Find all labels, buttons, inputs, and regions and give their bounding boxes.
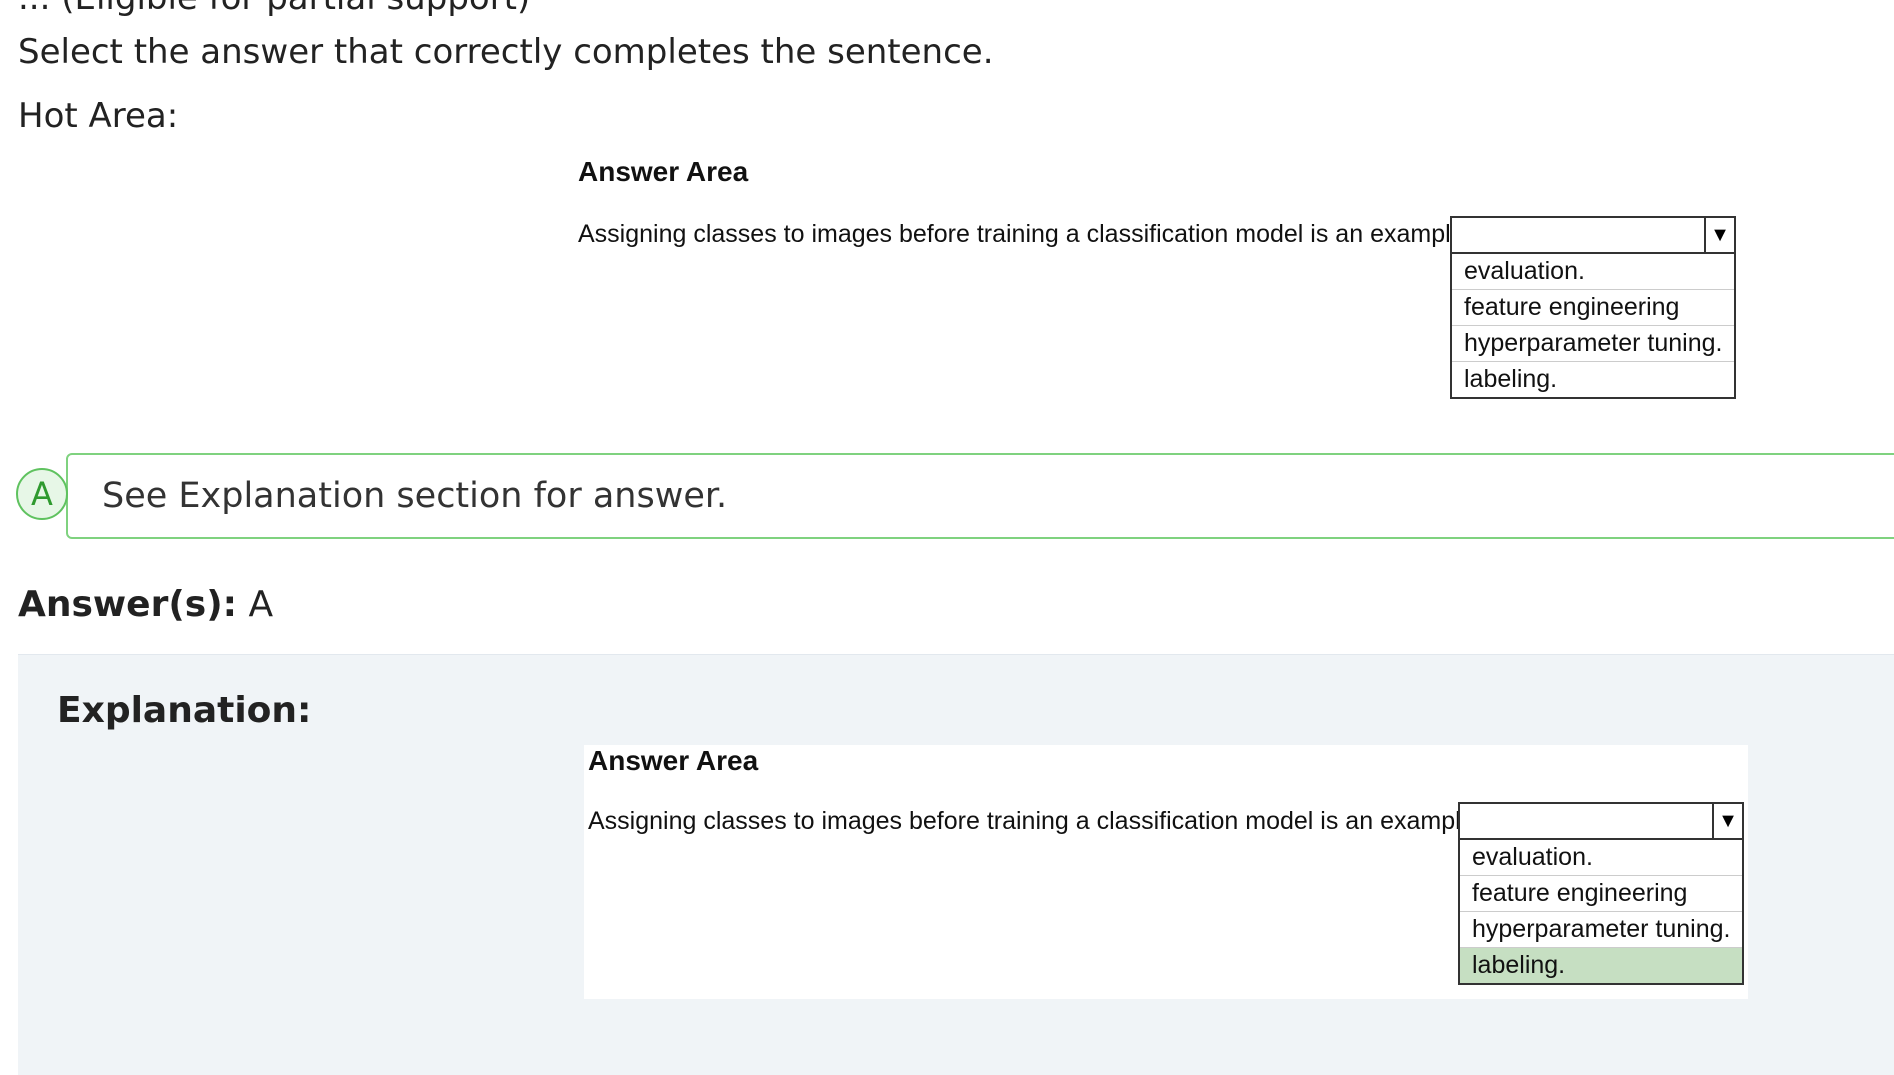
dropdown-selected-value[interactable]: ▼ [1452,218,1734,254]
dropdown-selected-value: ▼ [1460,804,1742,840]
answer-area-title: Answer Area [578,156,749,187]
question-prompt: Select the answer that correctly complet… [18,32,994,72]
answers-value: A [248,584,274,625]
answer-letter-badge[interactable]: A [16,468,68,520]
hot-area-panel: Answer Area Assigning classes to images … [578,156,1738,406]
dropdown-option[interactable]: hyperparameter tuning. [1452,326,1734,362]
dropdown-option[interactable]: evaluation. [1452,254,1734,290]
dropdown-option[interactable]: feature engineering [1452,290,1734,326]
dropdown-option: hyperparameter tuning. [1460,912,1742,948]
explanation-area-title: Answer Area [588,745,759,776]
explanation-dropdown: ▼ evaluation. feature engineering hyperp… [1458,802,1744,985]
dropdown-arrow-icon[interactable]: ▼ [1704,218,1734,252]
answer-dropdown[interactable]: ▼ evaluation. feature engineering hyperp… [1450,216,1736,399]
dropdown-option[interactable]: labeling. [1452,362,1734,397]
answers-label: Answer(s): [18,584,238,625]
dropdown-option: evaluation. [1460,840,1742,876]
dropdown-option: feature engineering [1460,876,1742,912]
dropdown-arrow-icon: ▼ [1712,804,1742,838]
dropdown-option-selected: labeling. [1460,948,1742,983]
answer-option-text: See Explanation section for answer. [102,476,728,516]
explanation-sentence: Assigning classes to images before train… [588,807,1503,835]
question-header-cut: ... (Eligible for partial support) [18,0,530,18]
answers-summary: Answer(s): A [18,584,273,625]
answer-area-sentence: Assigning classes to images before train… [578,220,1493,248]
hot-area-label: Hot Area: [18,96,179,136]
explanation-answer-area: Answer Area Assigning classes to images … [584,745,1748,999]
explanation-title: Explanation: [57,690,312,731]
